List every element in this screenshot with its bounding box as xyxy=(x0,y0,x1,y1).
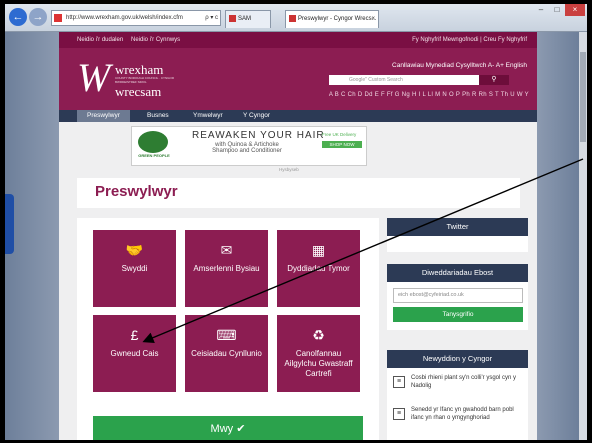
web-page: Neidio i'r dudalen Neidio i'r Cynnwys Fy… xyxy=(59,32,537,440)
sidebar: Twitter Diweddariadau Ebost eich ebost@c… xyxy=(387,218,528,440)
ad-label: Hysbyseb xyxy=(279,167,299,172)
main-nav: Preswylwyr Busnes Ymwelwyr Y Cyngor xyxy=(59,110,537,122)
ad-shop-button[interactable]: SHOP NOW xyxy=(322,141,362,148)
desktop-right xyxy=(537,32,579,440)
ad-brand: GREEN PEOPLE xyxy=(138,153,170,158)
tile-label: Canolfannau Ailgylchu Gwastraff Cartrefi xyxy=(284,349,353,378)
window-controls: – □ × xyxy=(533,4,585,18)
news-item[interactable]: ≡ Cosbi rhieni plant sy'n colli'r ysgol … xyxy=(393,374,526,400)
tile-label: Dyddiadau Tymor xyxy=(287,264,350,273)
minimize-icon[interactable]: – xyxy=(533,4,549,16)
forward-button[interactable]: → xyxy=(29,8,47,26)
pound-icon: £ xyxy=(130,327,139,343)
twitter-header[interactable]: Twitter xyxy=(387,218,528,236)
tile-label: Swyddi xyxy=(121,264,148,273)
site-favicon-icon xyxy=(54,14,62,22)
sam-favicon-icon xyxy=(229,15,236,22)
nav-y-cyngor[interactable]: Y Cyngor xyxy=(233,110,280,122)
skip-links-strip: Neidio i'r dudalen Neidio i'r Cynnwys Fy… xyxy=(59,32,537,48)
tile-label: Gwneud Cais xyxy=(110,349,159,358)
logo-mark: W xyxy=(77,55,110,100)
keyboard-icon: ⌨ xyxy=(216,327,237,343)
skip-link-nav[interactable]: Neidio i'r dudalen xyxy=(77,32,123,48)
tile-label: Ceisiadau Cynllunio xyxy=(191,349,262,358)
address-text: http://www.wrexham.gov.uk/welsh/index.cf… xyxy=(66,15,183,21)
close-window-icon[interactable]: × xyxy=(565,4,585,16)
tile-swyddi[interactable]: 🤝 Swyddi xyxy=(93,230,176,307)
news-header: Newyddion y Cyngor xyxy=(387,350,528,368)
calendar-icon: ▦ xyxy=(311,242,326,258)
more-button[interactable]: Mwy ✔ xyxy=(93,416,363,440)
news-icon: ≡ xyxy=(393,376,405,388)
maximize-icon[interactable]: □ xyxy=(549,4,565,16)
tile-ceisiadau-cynllunio[interactable]: ⌨ Ceisiadau Cynllunio xyxy=(185,315,268,392)
browser-toolbar: ← → http://www.wrexham.gov.uk/welsh/inde… xyxy=(5,4,587,32)
side-feedback-tab[interactable] xyxy=(5,194,14,254)
nav-busnes[interactable]: Busnes xyxy=(137,110,179,122)
browser-window: ← → http://www.wrexham.gov.uk/welsh/inde… xyxy=(5,4,587,440)
advert-banner[interactable]: GREEN PEOPLE REAWAKEN YOUR HAIR with Qui… xyxy=(131,126,367,166)
wrexham-logo[interactable]: W wrexham COUNTY BOROUGH COUNCIL · CYNGO… xyxy=(77,56,187,100)
tile-dyddiadau-tymor[interactable]: ▦ Dyddiadau Tymor xyxy=(277,230,360,307)
tab-active-label: Preswylwyr - Cyngor Wrecs... xyxy=(298,16,377,22)
tile-gwneud-cais[interactable]: £ Gwneud Cais xyxy=(93,315,176,392)
handshake-icon: 🤝 xyxy=(125,242,144,258)
green-people-logo-icon xyxy=(138,131,168,153)
address-controls[interactable]: ρ ▾ c xyxy=(205,11,218,25)
account-links[interactable]: Fy Nghyfrif Mewngofnodi | Creu Fy Nghyfr… xyxy=(412,32,527,48)
ad-free-delivery: Free UK Delivery xyxy=(322,132,357,137)
skip-link-content[interactable]: Neidio i'r Cynnwys xyxy=(131,32,180,48)
email-header: Diweddariadau Ebost xyxy=(387,264,528,282)
site-header: W wrexham COUNTY BOROUGH COUNCIL · CYNGO… xyxy=(59,48,537,110)
tab-close-icon[interactable]: × xyxy=(371,11,375,27)
twitter-body xyxy=(387,236,528,252)
news-item-text: Senedd yr Ifanc yn gwahodd barn pobl ifa… xyxy=(411,407,514,421)
tile-amserlenni-bysiau[interactable]: ✉ Amserlenni Bysiau xyxy=(185,230,268,307)
a-z-index[interactable]: A B C Ch D Dd E F Ff G Ng H I L Ll M N O… xyxy=(329,92,529,98)
tile-canolfannau-ailgylchu[interactable]: ♻ Canolfannau Ailgylchu Gwastraff Cartre… xyxy=(277,315,360,392)
search-input[interactable]: Google" Custom Search xyxy=(329,75,479,85)
email-panel: eich ebost@cyfeiriad.co.uk Tanysgrifio xyxy=(387,282,528,330)
news-icon: ≡ xyxy=(393,408,405,420)
scrollbar-thumb[interactable] xyxy=(580,52,586,142)
header-links[interactable]: Canllawiau Mynediad Cysylltwch A- A+ Eng… xyxy=(392,62,527,69)
page-title: Preswylwyr xyxy=(95,183,178,200)
news-item[interactable]: ≡ Senedd yr Ifanc yn gwahodd barn pobl i… xyxy=(393,406,526,432)
wrexham-favicon-icon xyxy=(289,15,296,22)
search-icon: ⚲ xyxy=(491,76,497,83)
scrollbar[interactable] xyxy=(579,32,587,440)
logo-subtitle: COUNTY BOROUGH COUNCIL · CYNGOR BWRDEIST… xyxy=(115,76,175,84)
services-panel: 🤝 Swyddi ✉ Amserlenni Bysiau ▦ Dyddiadau… xyxy=(77,218,379,440)
search-button[interactable]: ⚲ xyxy=(479,75,509,85)
tab-active[interactable]: Preswylwyr - Cyngor Wrecs... × xyxy=(285,10,379,28)
recycle-icon: ♻ xyxy=(312,327,325,343)
nav-ymwelwyr[interactable]: Ymwelwyr xyxy=(183,110,233,122)
envelope-icon: ✉ xyxy=(220,242,233,258)
ad-subline: with Quinoa & Artichoke Shampoo and Cond… xyxy=(212,142,282,154)
tab-sam[interactable]: SAM xyxy=(225,10,271,28)
back-button[interactable]: ← xyxy=(9,8,27,26)
ad-headline: REAWAKEN YOUR HAIR xyxy=(192,130,325,141)
news-panel: ≡ Cosbi rhieni plant sy'n colli'r ysgol … xyxy=(387,368,528,440)
nav-preswylwyr[interactable]: Preswylwyr xyxy=(77,110,130,122)
news-item-text: Cosbi rhieni plant sy'n colli'r ysgol cy… xyxy=(411,375,516,389)
page-title-box: Preswylwyr xyxy=(77,178,520,208)
logo-welsh: wrecsam xyxy=(115,84,162,99)
tab-sam-label: SAM xyxy=(238,16,252,22)
email-field[interactable]: eich ebost@cyfeiriad.co.uk xyxy=(393,288,523,303)
subscribe-button[interactable]: Tanysgrifio xyxy=(393,307,523,322)
tile-label: Amserlenni Bysiau xyxy=(193,264,260,273)
address-bar[interactable]: http://www.wrexham.gov.uk/welsh/index.cf… xyxy=(51,10,221,26)
